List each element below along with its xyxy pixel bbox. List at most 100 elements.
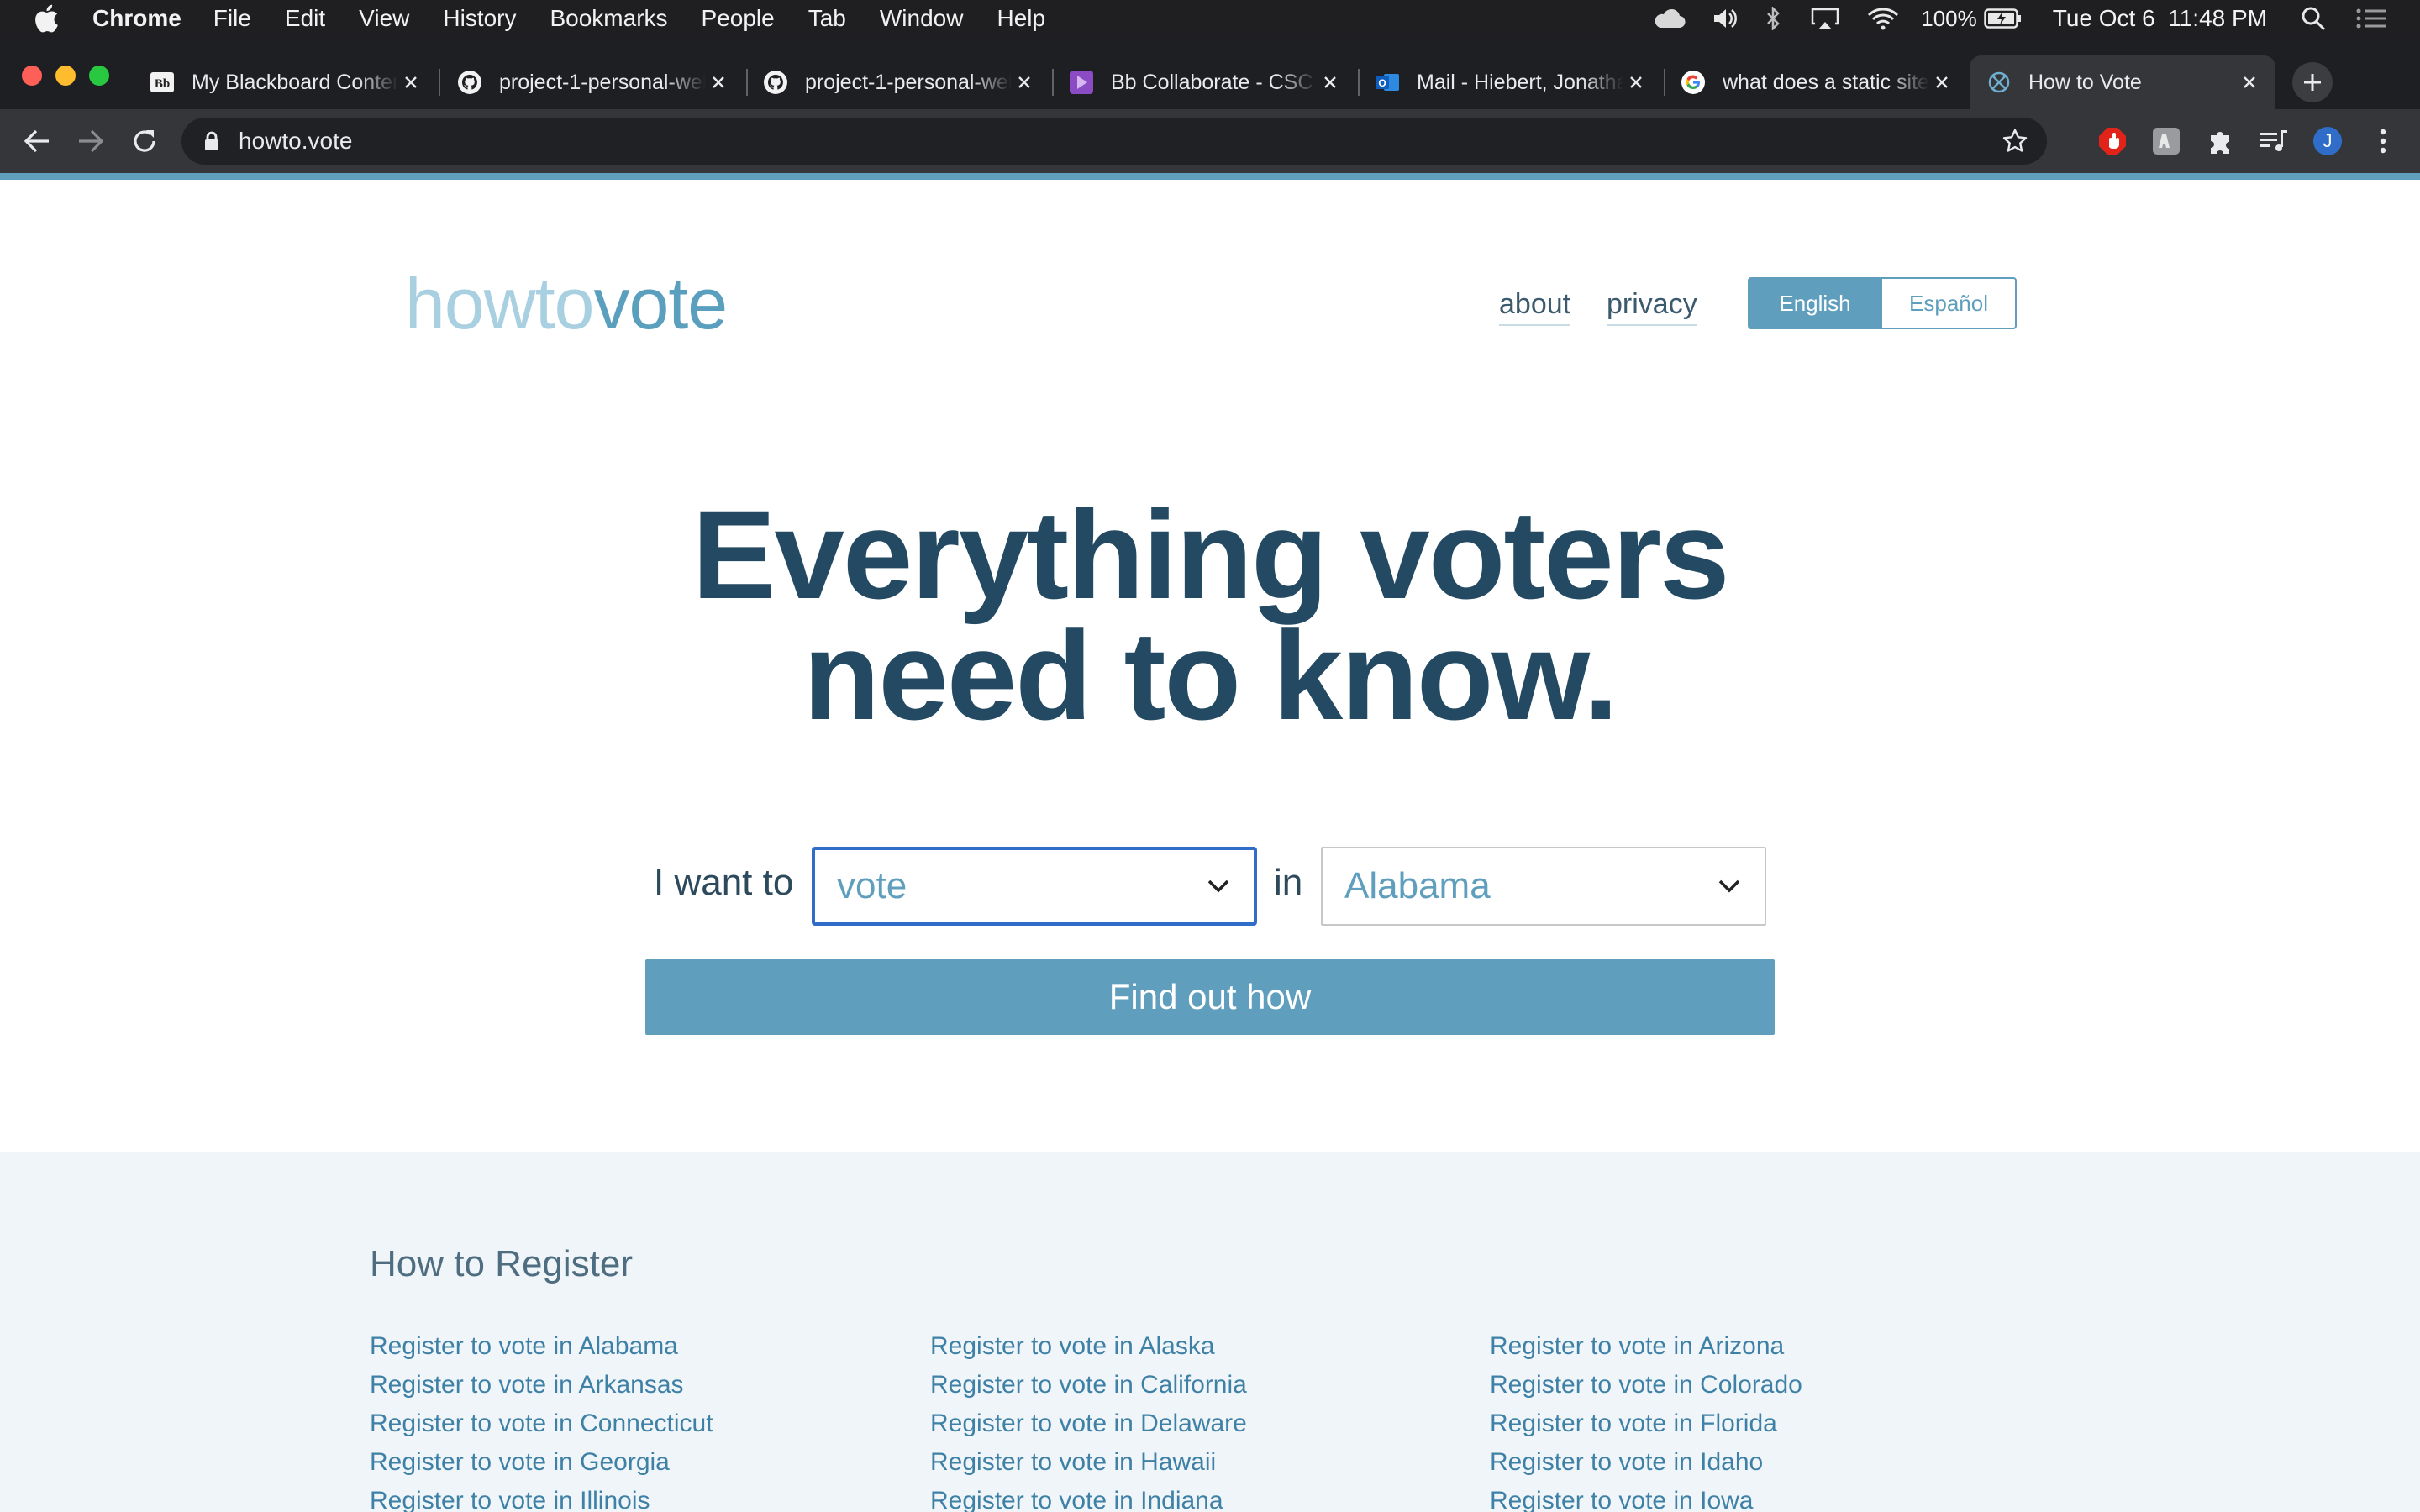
menu-history[interactable]: History xyxy=(443,5,516,32)
menu-people[interactable]: People xyxy=(702,5,775,32)
site-logo[interactable]: howtovote xyxy=(405,262,728,346)
wifi-icon[interactable] xyxy=(1867,7,1899,30)
menu-file[interactable]: File xyxy=(213,5,251,32)
lang-english-button[interactable]: English xyxy=(1748,277,1882,329)
tab-title: Bb Collaborate - CSC xyxy=(1111,70,1313,94)
github-icon xyxy=(457,70,482,95)
register-link[interactable]: Register to vote in Colorado xyxy=(1490,1371,1802,1399)
howtovote-icon xyxy=(1986,70,2012,95)
browser-tab-active[interactable]: How to Vote xyxy=(1970,55,2275,109)
google-icon xyxy=(1681,70,1706,95)
page-accent-bar xyxy=(0,173,2420,180)
browser-tab[interactable]: project-1-personal-website xyxy=(440,55,744,109)
hero-line-2: need to know. xyxy=(802,605,1618,746)
register-link[interactable]: Register to vote in Alabama xyxy=(370,1332,678,1361)
macos-menu-bar: Chrome File Edit View History Bookmarks … xyxy=(0,0,2420,37)
github-icon xyxy=(763,70,788,95)
register-link[interactable]: Register to vote in California xyxy=(930,1371,1247,1399)
register-link[interactable]: Register to vote in Connecticut xyxy=(370,1410,713,1438)
register-link[interactable]: Register to vote in Florida xyxy=(1490,1410,1777,1438)
hero-line-1: Everything voters xyxy=(692,484,1729,625)
nav-about-link[interactable]: about xyxy=(1499,286,1571,326)
apple-logo-icon[interactable] xyxy=(34,4,59,33)
menu-edit[interactable]: Edit xyxy=(285,5,325,32)
adblock-extension-icon[interactable] xyxy=(2097,126,2128,156)
tab-close-icon[interactable] xyxy=(1929,70,1954,95)
register-link[interactable]: Register to vote in Indiana xyxy=(930,1487,1223,1512)
register-link[interactable]: Register to vote in Idaho xyxy=(1490,1448,1763,1477)
tab-close-icon[interactable] xyxy=(1318,70,1343,95)
chrome-menu-icon[interactable] xyxy=(2368,126,2398,156)
lock-icon[interactable] xyxy=(203,131,220,151)
menu-view[interactable]: View xyxy=(359,5,409,32)
browser-tab[interactable]: O Mail - Hiebert, Jonathan xyxy=(1358,55,1662,109)
browser-tab[interactable]: what does a static site xyxy=(1664,55,1968,109)
register-link[interactable]: Register to vote in Delaware xyxy=(930,1410,1247,1438)
action-select-value: vote xyxy=(837,865,908,906)
blackboard-icon: Bb xyxy=(150,70,175,95)
tab-close-icon[interactable] xyxy=(398,70,424,95)
url-text[interactable]: howto.vote xyxy=(239,128,352,155)
register-link[interactable]: Register to vote in Alaska xyxy=(930,1332,1215,1361)
tab-close-icon[interactable] xyxy=(1012,70,1037,95)
hero-heading: Everything voters need to know. xyxy=(0,484,2420,746)
status-area: 100% Tue Oct 6 11:48 PM xyxy=(1625,0,2386,37)
volume-icon[interactable] xyxy=(1712,8,1738,29)
menu-tab[interactable]: Tab xyxy=(808,5,846,32)
window-close-button[interactable] xyxy=(22,66,42,86)
media-controls-icon[interactable] xyxy=(2259,126,2289,156)
state-select-value: Alabama xyxy=(1344,865,1491,906)
tab-title: project-1-personal-website xyxy=(805,70,1012,94)
back-button[interactable] xyxy=(20,124,54,158)
bluetooth-icon[interactable] xyxy=(1765,7,1783,30)
notification-center-icon[interactable] xyxy=(2356,8,2386,29)
menubar-clock[interactable]: Tue Oct 6 11:48 PM xyxy=(2053,5,2267,32)
reload-button[interactable] xyxy=(128,124,161,158)
battery-icon[interactable] xyxy=(1984,8,2023,29)
register-link[interactable]: Register to vote in Arkansas xyxy=(370,1371,684,1399)
find-out-how-button[interactable]: Find out how xyxy=(645,959,1775,1035)
window-zoom-button[interactable] xyxy=(89,66,109,86)
profile-initial: J xyxy=(2323,130,2333,151)
tab-close-icon[interactable] xyxy=(2237,70,2262,95)
state-select[interactable]: Alabama xyxy=(1321,847,1766,926)
chevron-down-icon xyxy=(1718,879,1740,893)
bookmark-star-icon[interactable] xyxy=(2002,128,2028,155)
forward-button[interactable] xyxy=(74,124,108,158)
svg-text:O: O xyxy=(1378,77,1386,89)
tab-close-icon[interactable] xyxy=(706,70,731,95)
tab-title: Mail - Hiebert, Jonathan xyxy=(1417,70,1623,94)
new-tab-button[interactable] xyxy=(2292,62,2333,102)
register-link[interactable]: Register to vote in Arizona xyxy=(1490,1332,1784,1361)
browser-tab[interactable]: project-1-personal-website xyxy=(746,55,1050,109)
spotlight-search-icon[interactable] xyxy=(2301,6,2326,31)
tab-title: My Blackboard Content xyxy=(192,70,398,94)
window-minimize-button[interactable] xyxy=(55,66,76,86)
register-link[interactable]: Register to vote in Illinois xyxy=(370,1487,650,1512)
tab-close-icon[interactable] xyxy=(1623,70,1649,95)
address-bar[interactable]: howto.vote xyxy=(182,118,2047,165)
browser-tab[interactable]: Bb My Blackboard Content xyxy=(133,55,437,109)
puzzle-extensions-icon[interactable] xyxy=(2205,126,2235,156)
lang-espanol-button[interactable]: Español xyxy=(1881,277,2017,329)
logo-part-howto: howto xyxy=(405,264,594,344)
register-link[interactable]: Register to vote in Iowa xyxy=(1490,1487,1754,1512)
svg-text:Bb: Bb xyxy=(155,77,170,91)
browser-tab[interactable]: Bb Collaborate - CSC xyxy=(1052,55,1356,109)
airplay-icon[interactable] xyxy=(1810,7,1840,30)
browser-toolbar: howto.vote J xyxy=(0,109,2420,173)
action-select[interactable]: vote xyxy=(812,847,1257,926)
extension-icon[interactable] xyxy=(2151,126,2181,156)
collaborate-icon xyxy=(1069,70,1094,95)
nav-privacy-link[interactable]: privacy xyxy=(1607,286,1697,326)
register-link[interactable]: Register to vote in Hawaii xyxy=(930,1448,1216,1477)
register-link[interactable]: Register to vote in Georgia xyxy=(370,1448,670,1477)
menu-help[interactable]: Help xyxy=(997,5,1045,32)
register-section-title: How to Register xyxy=(370,1243,634,1284)
menu-app-name[interactable]: Chrome xyxy=(92,5,182,32)
profile-avatar[interactable]: J xyxy=(2312,126,2343,156)
menu-bookmarks[interactable]: Bookmarks xyxy=(550,5,667,32)
icloud-icon[interactable] xyxy=(1652,8,1686,29)
menu-window[interactable]: Window xyxy=(880,5,964,32)
browser-tab-strip: Bb My Blackboard Content project-1-perso… xyxy=(0,37,2420,109)
